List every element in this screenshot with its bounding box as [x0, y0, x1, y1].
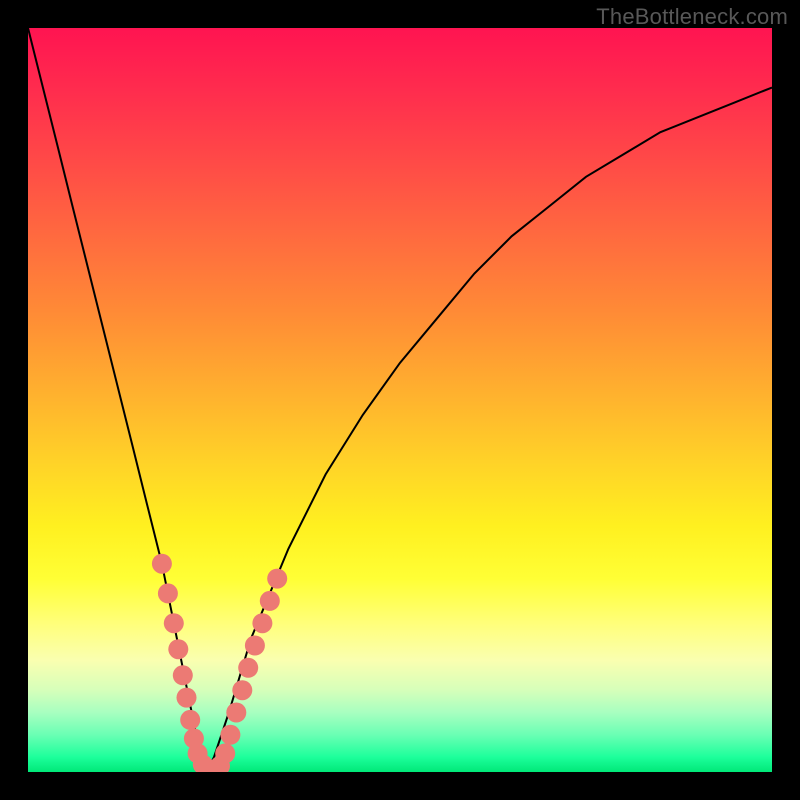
marker-dot	[180, 710, 200, 730]
marker-dot	[238, 658, 258, 678]
chart-frame: TheBottleneck.com	[0, 0, 800, 800]
plot-area	[28, 28, 772, 772]
marker-dot	[220, 725, 240, 745]
marker-dot	[168, 639, 188, 659]
bottleneck-curve-svg	[28, 28, 772, 772]
marker-dot	[215, 743, 235, 763]
marker-dot	[226, 703, 246, 723]
marker-dot	[158, 583, 178, 603]
marker-dot	[152, 554, 172, 574]
marker-dot	[232, 680, 252, 700]
marker-dot	[252, 613, 272, 633]
marker-dot	[164, 613, 184, 633]
watermark-text: TheBottleneck.com	[596, 4, 788, 30]
marker-dot	[245, 636, 265, 656]
marker-dot	[173, 665, 193, 685]
marker-dot	[260, 591, 280, 611]
bottleneck-curve-path	[28, 28, 772, 772]
marker-dot	[177, 688, 197, 708]
marker-dot	[267, 569, 287, 589]
